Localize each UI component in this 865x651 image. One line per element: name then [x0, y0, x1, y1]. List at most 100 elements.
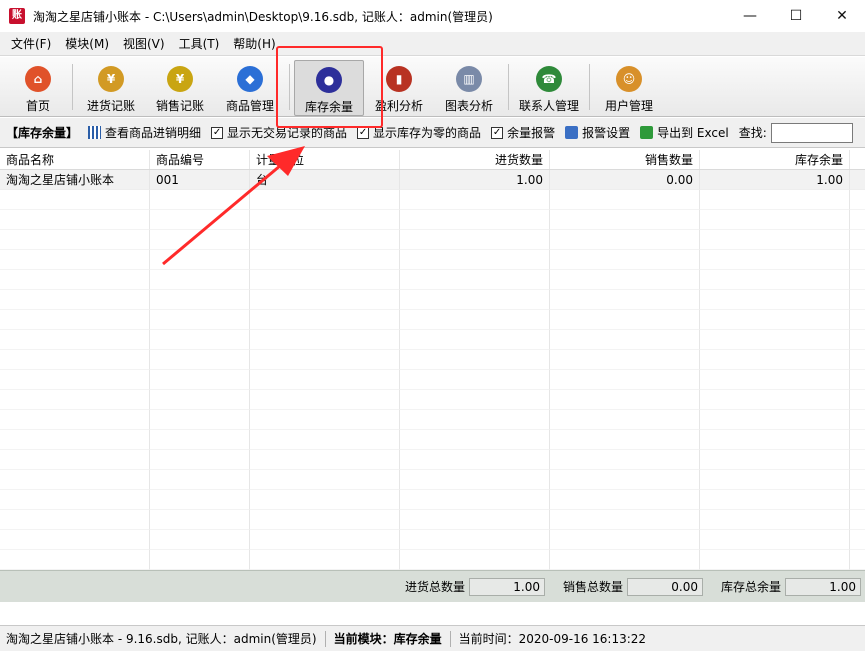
- show-no-trade-checkbox[interactable]: ✓ 显示无交易记录的商品: [211, 124, 347, 141]
- toolbar-label: 图表分析: [444, 99, 493, 113]
- inventory-icon: ●: [316, 67, 342, 93]
- toolbar-separator: [289, 64, 290, 110]
- table-row[interactable]: 淘淘之星店铺小账本 001 台 1.00 0.00 1.00: [0, 170, 865, 190]
- sales-icon: ¥: [167, 66, 193, 92]
- empty-cell: [400, 430, 550, 450]
- window-title: 淘淘之星店铺小账本 - C:\Users\admin\Desktop\9.16.…: [33, 9, 493, 24]
- empty-cell: [250, 490, 400, 510]
- toolbar-users-button[interactable]: ☺ 用户管理: [594, 60, 664, 116]
- profit-icon: ▮: [386, 66, 412, 92]
- stock-total-label: 库存总余量: [720, 580, 781, 594]
- column-header-stock[interactable]: 库存余量: [700, 150, 850, 169]
- toolbar-home-button[interactable]: ⌂ 首页: [8, 60, 68, 116]
- toolbar-product-button[interactable]: ◆ 商品管理: [215, 60, 285, 116]
- empty-cell: [150, 270, 250, 290]
- column-header-code[interactable]: 商品编号: [150, 150, 250, 169]
- empty-cell: [150, 550, 250, 570]
- empty-cell: [850, 330, 865, 350]
- empty-cell: [400, 250, 550, 270]
- inventory-subbar: 【库存余量】 查看商品进销明细 ✓ 显示无交易记录的商品 ✓ 显示库存为零的商品…: [0, 118, 865, 148]
- column-header-name[interactable]: 商品名称: [0, 150, 150, 169]
- empty-cell: [850, 190, 865, 210]
- empty-row: [0, 390, 865, 410]
- empty-cell: [850, 530, 865, 550]
- empty-row: [0, 290, 865, 310]
- minimize-button[interactable]: —: [727, 0, 773, 32]
- empty-cell: [850, 310, 865, 330]
- stock-alarm-checkbox[interactable]: ✓ 余量报警: [491, 124, 555, 141]
- search-input[interactable]: [770, 122, 853, 143]
- empty-cell: [700, 510, 850, 530]
- column-header-purchase[interactable]: 进货数量: [400, 150, 550, 169]
- empty-cell: [700, 370, 850, 390]
- toolbar-sales-button[interactable]: ¥ 销售记账: [145, 60, 215, 116]
- empty-cell: [400, 210, 550, 230]
- purchase-total-value: 1.00: [468, 577, 545, 596]
- empty-cell: [0, 410, 150, 430]
- cell-name: 淘淘之星店铺小账本: [0, 170, 150, 190]
- column-header-sales[interactable]: 销售数量: [550, 150, 700, 169]
- empty-cell: [550, 270, 700, 290]
- purchase-total-label: 进货总数量: [404, 580, 465, 594]
- maximize-button[interactable]: ☐: [773, 0, 819, 32]
- toolbar-contacts-button[interactable]: ☎ 联系人管理: [513, 60, 585, 116]
- empty-cell: [700, 350, 850, 370]
- menu-tools[interactable]: 工具(T): [172, 32, 227, 56]
- empty-cell: [0, 210, 150, 230]
- empty-cell: [550, 510, 700, 530]
- menu-help[interactable]: 帮助(H): [226, 32, 282, 56]
- close-button[interactable]: ✕: [819, 0, 865, 32]
- empty-cell: [550, 290, 700, 310]
- grid-icon: [88, 126, 102, 139]
- stock-alarm-label: 余量报警: [507, 126, 556, 140]
- column-header-unit[interactable]: 计量单位: [250, 150, 400, 169]
- empty-cell: [850, 550, 865, 570]
- empty-cell: [850, 270, 865, 290]
- empty-cell: [850, 230, 865, 250]
- toolbar-label: 销售记账: [155, 99, 204, 113]
- empty-cell: [0, 550, 150, 570]
- empty-cell: [0, 530, 150, 550]
- empty-cell: [250, 450, 400, 470]
- empty-cell: [0, 330, 150, 350]
- empty-cell: [700, 390, 850, 410]
- show-zero-stock-checkbox[interactable]: ✓ 显示库存为零的商品: [357, 124, 481, 141]
- menu-file[interactable]: 文件(F): [4, 32, 58, 56]
- toolbar-purchase-button[interactable]: ¥ 进货记账: [77, 60, 145, 116]
- empty-cell: [700, 410, 850, 430]
- empty-cell: [150, 430, 250, 450]
- empty-cell: [400, 270, 550, 290]
- purchase-icon: ¥: [98, 66, 124, 92]
- empty-cell: [550, 470, 700, 490]
- cell-sales: 0.00: [550, 170, 700, 190]
- empty-cell: [250, 550, 400, 570]
- status-time: 当前时间：2020-09-16 16:13:22: [458, 631, 647, 646]
- toolbar-chart-button[interactable]: ▥ 图表分析: [434, 60, 504, 116]
- empty-cell: [400, 450, 550, 470]
- empty-cell: [400, 230, 550, 250]
- empty-cell: [400, 290, 550, 310]
- cell-filler: [850, 170, 865, 190]
- empty-cell: [250, 410, 400, 430]
- view-detail-button[interactable]: 查看商品进销明细: [88, 124, 201, 141]
- empty-cell: [400, 550, 550, 570]
- toolbar-inventory-button[interactable]: ● 库存余量: [294, 60, 364, 116]
- empty-cell: [150, 250, 250, 270]
- empty-cell: [0, 290, 150, 310]
- alarm-settings-button[interactable]: 报警设置: [565, 124, 630, 141]
- contacts-icon: ☎: [536, 66, 562, 92]
- empty-cell: [700, 330, 850, 350]
- empty-cell: [150, 330, 250, 350]
- empty-cell: [250, 470, 400, 490]
- module-title: 【库存余量】: [6, 126, 79, 140]
- toolbar-profit-button[interactable]: ▮ 盈利分析: [364, 60, 434, 116]
- menu-view[interactable]: 视图(V): [116, 32, 172, 56]
- empty-row: [0, 190, 865, 210]
- menu-module[interactable]: 模块(M): [58, 32, 116, 56]
- export-excel-button[interactable]: 导出到 Excel: [640, 124, 729, 141]
- empty-cell: [550, 450, 700, 470]
- empty-cell: [250, 310, 400, 330]
- empty-cell: [150, 210, 250, 230]
- export-excel-label: 导出到 Excel: [657, 126, 729, 140]
- empty-cell: [400, 510, 550, 530]
